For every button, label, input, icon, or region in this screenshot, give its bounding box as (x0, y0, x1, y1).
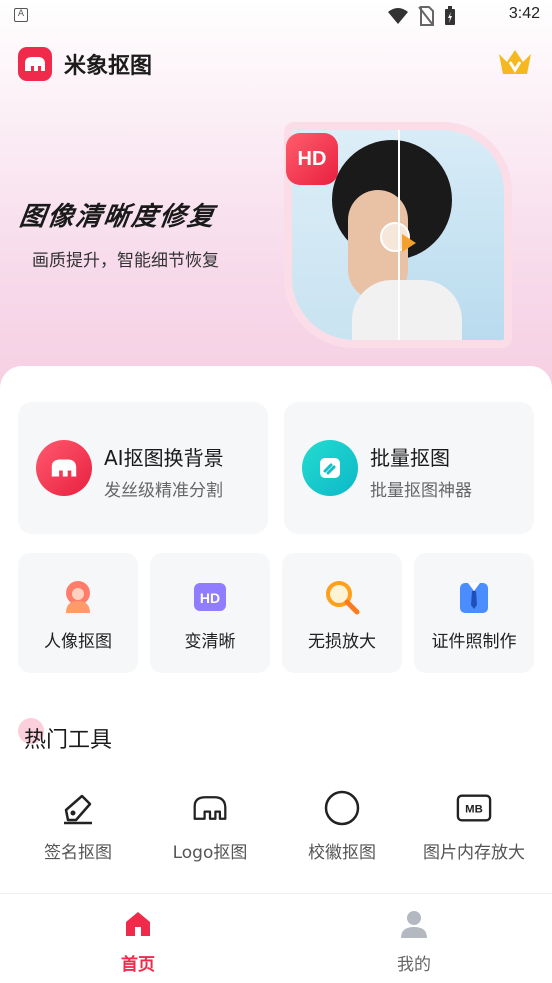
pen-icon (60, 790, 96, 826)
batch-icon (302, 440, 358, 496)
vip-crown-icon[interactable] (496, 46, 534, 78)
notification-icon: A (14, 8, 28, 22)
app-bar: 米象抠图 (18, 44, 152, 84)
tool-school-badge[interactable]: 校徽抠图 (274, 790, 410, 870)
tool-label: 签名抠图 (44, 843, 112, 863)
battery-icon (445, 6, 455, 25)
hd-icon: HD (192, 579, 228, 615)
tool-label: 校徽抠图 (308, 843, 376, 863)
feature-batch-card[interactable]: 批量抠图 批量抠图神器 (284, 402, 534, 534)
id-photo-icon (456, 579, 492, 615)
feature-portrait-card[interactable]: 人像抠图 (18, 553, 138, 673)
feature-upscale-card[interactable]: 无损放大 (282, 553, 402, 673)
elephant-icon (36, 440, 92, 496)
clock: 3:42 (508, 5, 540, 22)
feature-subtitle: 批量抠图神器 (370, 481, 472, 501)
status-bar: A 3:42 (0, 0, 552, 32)
tab-label: 首页 (121, 955, 155, 975)
feature-subtitle: 发丝级精准分割 (104, 481, 223, 501)
tool-logo[interactable]: Logo抠图 (142, 790, 278, 870)
tool-image-size[interactable]: MB 图片内存放大 (406, 790, 542, 870)
tool-signature[interactable]: 签名抠图 (10, 790, 146, 870)
tool-label: Logo抠图 (172, 843, 248, 863)
app-logo-icon (18, 47, 52, 81)
home-icon (122, 908, 154, 940)
feature-title: AI抠图换背景 (104, 446, 224, 470)
magnifier-icon (324, 579, 360, 615)
portrait-icon (60, 579, 96, 615)
tab-mine[interactable]: 我的 (276, 894, 552, 983)
banner-subtitle: 画质提升，智能细节恢复 (32, 251, 219, 271)
app-title: 米象抠图 (64, 54, 153, 79)
feature-title: 批量抠图 (370, 446, 450, 470)
svg-text:MB: MB (465, 804, 483, 816)
feature-label: 人像抠图 (44, 632, 112, 652)
tab-home[interactable]: 首页 (0, 894, 276, 983)
feature-ai-background-card[interactable]: AI抠图换背景 发丝级精准分割 (18, 402, 268, 534)
mb-icon: MB (456, 790, 492, 826)
user-icon (398, 908, 430, 940)
section-title: 热门工具 (24, 728, 113, 753)
feature-hd-card[interactable]: HD 变清晰 (150, 553, 270, 673)
badge-icon (324, 790, 360, 826)
elephant-outline-icon (192, 790, 228, 826)
feature-label: 变清晰 (184, 632, 236, 652)
svg-text:HD: HD (200, 590, 220, 606)
wifi-icon (388, 8, 408, 24)
banner-title: 图像清晰度修复 (17, 202, 218, 232)
feature-label: 证件照制作 (431, 632, 517, 652)
bottom-nav: 首页 我的 (0, 893, 552, 983)
feature-id-photo-card[interactable]: 证件照制作 (414, 553, 534, 673)
feature-label: 无损放大 (308, 632, 376, 652)
hd-badge: HD (286, 133, 338, 185)
tab-label: 我的 (397, 955, 431, 975)
pointer-icon (402, 234, 416, 252)
tool-label: 图片内存放大 (423, 843, 525, 863)
no-sim-icon (418, 6, 434, 26)
